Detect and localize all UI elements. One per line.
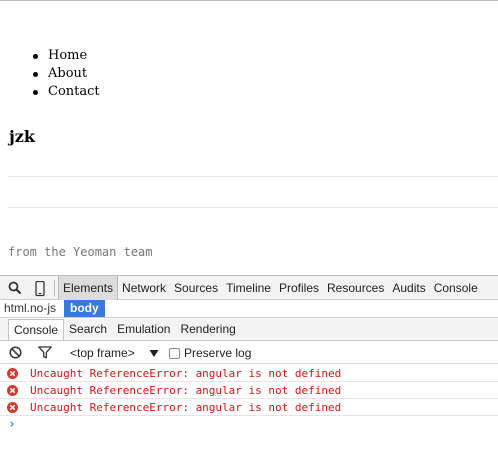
devtools-toolbar: Elements Network Sources Timeline Profil… (0, 275, 498, 300)
preserve-log-label: Preserve log (184, 346, 252, 360)
drawer-tab-console[interactable]: Console (8, 319, 65, 340)
frame-selector[interactable]: <top frame> (70, 345, 135, 361)
footer-text: from the Yeoman team (8, 245, 153, 259)
console-input[interactable] (24, 416, 484, 434)
console-message: Uncaught ReferenceError: angular is not … (0, 382, 498, 399)
search-icon[interactable] (8, 281, 22, 295)
nav-item-contact[interactable]: Contact (33, 83, 100, 101)
crumb-html[interactable]: html.no-js (0, 300, 60, 317)
tab-profiles[interactable]: Profiles (275, 276, 323, 300)
console-message: Uncaught ReferenceError: angular is not … (0, 365, 498, 382)
error-message-text[interactable]: Uncaught ReferenceError: angular is not … (30, 382, 341, 399)
console-toolbar: <top frame> Preserve log (0, 342, 498, 364)
toolbar-separator (54, 280, 55, 296)
tab-sources[interactable]: Sources (170, 276, 222, 300)
error-message-text[interactable]: Uncaught ReferenceError: angular is not … (30, 365, 341, 382)
nav-item-about[interactable]: About (33, 65, 100, 83)
error-icon (7, 402, 18, 413)
divider-top (8, 176, 498, 177)
chevron-down-icon[interactable] (149, 347, 159, 361)
tab-resources[interactable]: Resources (323, 276, 388, 300)
preserve-log-checkbox[interactable] (169, 347, 180, 359)
preserve-log-toggle[interactable]: Preserve log (169, 345, 251, 361)
tab-elements[interactable]: Elements (58, 276, 119, 300)
drawer-tab-rendering[interactable]: Rendering (175, 319, 240, 340)
error-icon (7, 368, 18, 379)
tab-timeline[interactable]: Timeline (222, 276, 275, 300)
console-prompt[interactable]: › (0, 416, 498, 434)
error-icon (7, 385, 18, 396)
mobile-device-icon[interactable] (33, 281, 47, 297)
error-message-text[interactable]: Uncaught ReferenceError: angular is not … (30, 399, 341, 416)
drawer-tab-search[interactable]: Search (64, 319, 112, 340)
tab-network[interactable]: Network (118, 276, 170, 300)
page-viewport: Home About Contact jzk from the Yeoman t… (0, 0, 498, 275)
prompt-chevron-icon: › (8, 417, 16, 432)
dom-breadcrumb: html.no-js body (0, 300, 498, 318)
devtools-tabs: Elements Network Sources Timeline Profil… (58, 276, 482, 300)
crumb-body[interactable]: body (64, 300, 105, 317)
tab-audits[interactable]: Audits (388, 276, 429, 300)
tab-console[interactable]: Console (430, 276, 482, 300)
console-message: Uncaught ReferenceError: angular is not … (0, 399, 498, 416)
console-messages: Uncaught ReferenceError: angular is not … (0, 365, 498, 434)
site-title: jzk (9, 127, 35, 146)
filter-icon[interactable] (38, 346, 52, 362)
divider-bottom (8, 207, 498, 208)
drawer-tab-emulation[interactable]: Emulation (112, 319, 175, 340)
clear-console-icon[interactable] (9, 346, 22, 362)
drawer-tabs: Console Search Emulation Rendering (0, 319, 498, 341)
devtools-panel: Elements Network Sources Timeline Profil… (0, 275, 498, 453)
nav-item-home[interactable]: Home (33, 47, 100, 65)
main-nav: Home About Contact (33, 47, 100, 101)
